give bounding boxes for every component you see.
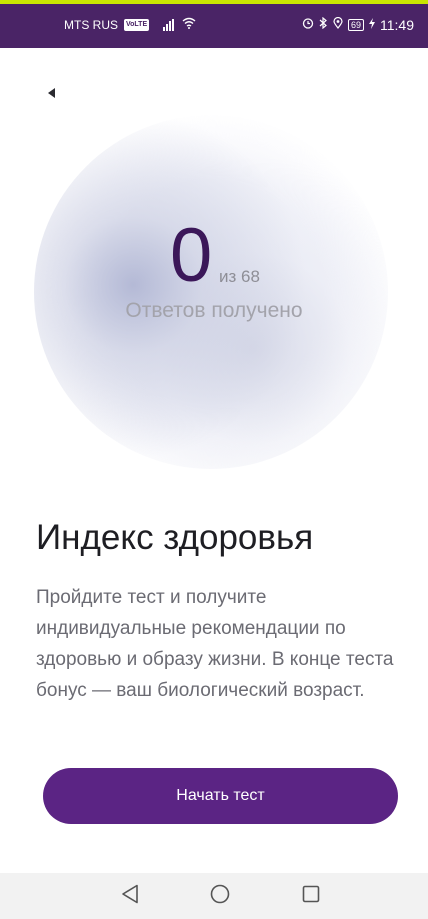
nav-recents-button[interactable] <box>297 882 325 910</box>
answers-count: 0 <box>170 213 213 298</box>
charging-icon <box>369 16 375 34</box>
bluetooth-icon <box>319 16 328 34</box>
nav-back-icon <box>121 884 139 908</box>
page-description: Пройдите тест и получите индивидуальные … <box>36 587 394 701</box>
system-nav-bar <box>0 873 428 919</box>
status-left: MTS RUS VoLTE <box>64 16 196 34</box>
nav-home-icon <box>210 884 230 908</box>
wifi-icon <box>182 16 196 34</box>
back-arrow-icon <box>48 83 56 102</box>
nav-home-button[interactable] <box>206 882 234 910</box>
answers-label: Ответов получено <box>125 299 303 322</box>
location-icon <box>333 16 343 34</box>
nav-back-button[interactable] <box>116 882 144 910</box>
volte-badge: VoLTE <box>124 19 150 31</box>
back-button[interactable] <box>40 80 64 104</box>
signal-icon <box>163 19 175 31</box>
status-bar: MTS RUS VoLTE 69 11:49 <box>0 4 428 48</box>
answers-total: из 68 <box>219 267 260 286</box>
alarm-icon <box>302 16 314 34</box>
carrier-name: MTS RUS <box>64 18 118 32</box>
status-time: 11:49 <box>380 17 414 33</box>
nav-recents-icon <box>302 885 320 907</box>
start-test-button[interactable]: Начать тест <box>43 768 398 824</box>
battery-level: 69 <box>350 20 361 30</box>
answers-counter: 0 из 68 <box>0 218 428 298</box>
battery-icon: 69 <box>347 19 364 31</box>
page-title: Индекс здоровья <box>36 518 314 557</box>
status-right: 69 11:49 <box>302 16 414 34</box>
